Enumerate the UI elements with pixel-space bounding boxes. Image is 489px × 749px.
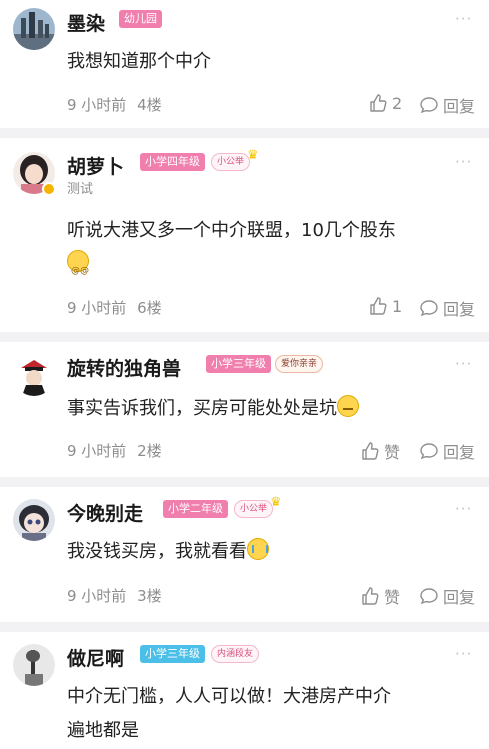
divider [0, 622, 489, 632]
more-options-icon[interactable]: ··· [455, 500, 472, 518]
level-badge: 小学四年级 [140, 153, 205, 171]
comment-line: 中介无门槛，人人可以做！大港房产中介 [67, 686, 391, 707]
crown-icon: ♛ [247, 148, 259, 163]
thumbs-up-icon [370, 94, 387, 112]
avatar[interactable] [13, 644, 55, 686]
timestamp: 9 小时前 [67, 442, 127, 460]
comment-item: 墨染 幼儿园 ··· 我想知道那个中介 9 小时前 4楼 2 回复 [0, 0, 489, 128]
username[interactable]: 今晚别走 [67, 499, 143, 526]
avatar[interactable] [13, 354, 55, 396]
floor-number: 4楼 [137, 96, 162, 114]
comment-item: 胡萝卜 小学四年级 小公举 ♛ 测试 ··· 听说大港又多一个中介联盟，10几个… [0, 138, 489, 332]
comment-text: 我没钱买房，我就看看 [67, 535, 477, 569]
more-options-icon[interactable]: ··· [455, 355, 472, 373]
like-button[interactable]: 2 [368, 93, 402, 113]
like-button[interactable]: 赞 [360, 584, 400, 608]
like-label: 赞 [384, 588, 401, 607]
timestamp: 9 小时前 [67, 96, 127, 114]
divider [0, 128, 489, 138]
like-label: 赞 [384, 443, 401, 462]
reply-button[interactable]: 回复 [419, 439, 475, 463]
comment-meta: 9 小时前 4楼 [67, 94, 162, 115]
comment-text: 中介无门槛，人人可以做！大港房产中介 遍地都是 [67, 680, 477, 748]
username[interactable]: 做尼啊 [67, 644, 124, 671]
level-badge: 小学三年级 [206, 355, 271, 373]
comment-bubble-icon [420, 443, 438, 460]
medal-badge: 爱你亲亲 [275, 355, 324, 373]
verified-badge-icon [42, 182, 56, 196]
username[interactable]: 墨染 [67, 9, 105, 36]
comment-item: 今晚别走 小学二年级 小公举 ♛ ··· 我没钱买房，我就看看 9 小时前 3楼… [0, 487, 489, 622]
level-badge: 小学三年级 [140, 645, 205, 663]
floor-number: 6楼 [137, 299, 162, 317]
reply-button[interactable]: 回复 [419, 584, 475, 608]
reply-button[interactable]: 回复 [419, 296, 475, 320]
thumbs-up-icon [362, 442, 379, 460]
dizzy-face-emoji [67, 250, 89, 288]
thumbs-up-icon [370, 297, 387, 315]
divider [0, 332, 489, 342]
level-badge: 小学二年级 [163, 500, 228, 518]
username[interactable]: 旋转的独角兽 [67, 354, 181, 381]
user-subtitle: 测试 [67, 182, 94, 197]
medal-badge: 小公举 [234, 500, 274, 518]
avatar[interactable] [13, 8, 55, 50]
comment-text: 听说大港又多一个中介联盟，10几个股东 [67, 214, 477, 288]
comment-bubble-icon [420, 300, 438, 317]
comment-bubble-icon [420, 97, 438, 114]
more-options-icon[interactable]: ··· [455, 10, 472, 28]
like-count: 1 [392, 296, 403, 316]
more-options-icon[interactable]: ··· [455, 645, 472, 663]
sweat-face-emoji [337, 395, 359, 417]
floor-number: 3楼 [137, 587, 162, 605]
comment-bubble-icon [420, 588, 438, 605]
floor-number: 2楼 [137, 442, 162, 460]
reply-button[interactable]: 回复 [419, 93, 475, 117]
crown-icon: ♛ [270, 495, 282, 510]
comment-body: 我没钱买房，我就看看 [67, 541, 247, 562]
avatar[interactable] [13, 499, 55, 541]
comment-item: 旋转的独角兽 小学三年级 爱你亲亲 ··· 事实告诉我们，买房可能处处是坑 9 … [0, 342, 489, 477]
comment-text: 事实告诉我们，买房可能处处是坑 [67, 392, 477, 426]
like-count: 2 [392, 93, 403, 113]
more-options-icon[interactable]: ··· [455, 153, 472, 171]
comment-text: 我想知道那个中介 [67, 51, 211, 72]
reply-label: 回复 [443, 443, 476, 462]
like-button[interactable]: 赞 [360, 439, 400, 463]
comment-meta: 9 小时前 3楼 [67, 585, 162, 606]
medal-badge: 小公举 [211, 153, 251, 171]
comment-item: 做尼啊 小学三年级 内涵段友 ··· 中介无门槛，人人可以做！大港房产中介 遍地… [0, 632, 489, 749]
medal-badge: 内涵段友 [211, 645, 260, 663]
comment-body: 听说大港又多一个中介联盟，10几个股东 [67, 220, 396, 241]
username[interactable]: 胡萝卜 [67, 152, 124, 179]
level-badge: 幼儿园 [119, 10, 162, 28]
thumbs-up-icon [362, 587, 379, 605]
comment-line: 遍地都是 [67, 720, 139, 741]
crying-face-emoji [247, 538, 269, 560]
timestamp: 9 小时前 [67, 587, 127, 605]
comment-body: 事实告诉我们，买房可能处处是坑 [67, 398, 337, 419]
comment-meta: 9 小时前 2楼 [67, 440, 162, 461]
divider [0, 477, 489, 487]
reply-label: 回复 [443, 588, 476, 607]
like-button[interactable]: 1 [368, 296, 402, 316]
comment-meta: 9 小时前 6楼 [67, 297, 162, 318]
reply-label: 回复 [443, 97, 476, 116]
timestamp: 9 小时前 [67, 299, 127, 317]
reply-label: 回复 [443, 300, 476, 319]
